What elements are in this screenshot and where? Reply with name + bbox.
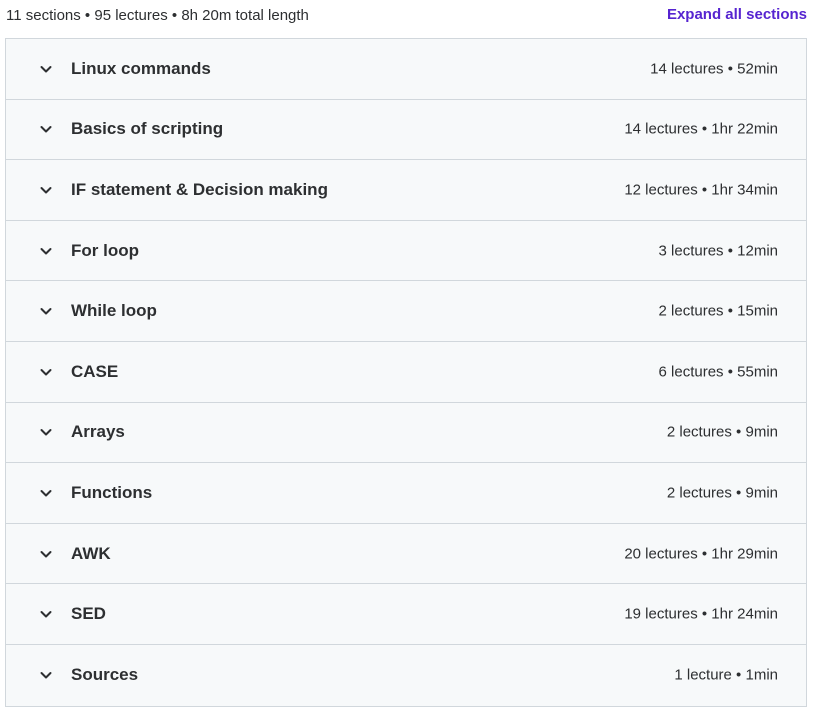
section-title: Sources <box>71 665 139 685</box>
section-row[interactable]: SED 19 lectures • 1hr 24min <box>6 584 806 645</box>
section-title: AWK <box>71 543 111 563</box>
section-lecture-count-duration: 3 lectures • 12min <box>658 242 778 260</box>
section-row[interactable]: For loop 3 lectures • 12min <box>6 221 806 282</box>
chevron-down-icon <box>38 243 54 259</box>
chevron-down-icon <box>38 364 54 380</box>
chevron-down-icon <box>38 61 54 77</box>
section-lecture-count-duration: 20 lectures • 1hr 29min <box>624 545 778 563</box>
expand-all-sections-button[interactable]: Expand all sections <box>667 6 807 23</box>
curriculum-section-list: Linux commands 14 lectures • 52min Basics … <box>5 38 807 707</box>
section-title: For loop <box>71 240 139 260</box>
section-title: Arrays <box>71 422 125 442</box>
section-title: CASE <box>71 361 119 381</box>
section-row[interactable]: Functions 2 lectures • 9min <box>6 463 806 524</box>
section-lecture-count-duration: 2 lectures • 9min <box>666 423 778 441</box>
curriculum-summary-bar: 11 sections • 95 lectures • 8h 20m total… <box>0 0 815 32</box>
chevron-down-icon <box>38 485 54 501</box>
section-lecture-count-duration: 2 lectures • 9min <box>666 484 778 502</box>
chevron-down-icon <box>38 424 54 440</box>
section-lecture-count-duration: 14 lectures • 52min <box>650 60 778 78</box>
chevron-down-icon <box>38 546 54 562</box>
section-lecture-count-duration: 1 lecture • 1min <box>674 666 778 684</box>
section-row[interactable]: IF statement & Decision making 12 lecture… <box>6 160 806 221</box>
section-title: IF statement & Decision making <box>71 179 328 199</box>
section-row[interactable]: While loop 2 lectures • 15min <box>6 281 806 342</box>
chevron-down-icon <box>38 667 54 683</box>
section-row[interactable]: Sources 1 lecture • 1min <box>6 645 806 706</box>
section-row[interactable]: Basics of scripting 14 lectures • 1hr 22m… <box>6 100 806 161</box>
section-title: While loop <box>71 301 157 321</box>
section-row[interactable]: Linux commands 14 lectures • 52min <box>6 39 806 100</box>
curriculum-summary: 11 sections • 95 lectures • 8h 20m total… <box>6 7 309 24</box>
section-row[interactable]: AWK 20 lectures • 1hr 29min <box>6 524 806 585</box>
section-title: Linux commands <box>71 58 211 78</box>
chevron-down-icon <box>38 303 54 319</box>
chevron-down-icon <box>38 121 54 137</box>
section-lecture-count-duration: 2 lectures • 15min <box>658 302 778 320</box>
section-title: SED <box>71 604 106 624</box>
chevron-down-icon <box>38 182 54 198</box>
section-lecture-count-duration: 6 lectures • 55min <box>658 363 778 381</box>
section-row[interactable]: Arrays 2 lectures • 9min <box>6 403 806 464</box>
section-title: Functions <box>71 482 153 502</box>
section-lecture-count-duration: 14 lectures • 1hr 22min <box>624 120 778 138</box>
section-lecture-count-duration: 12 lectures • 1hr 34min <box>624 181 778 199</box>
chevron-down-icon <box>38 606 54 622</box>
section-lecture-count-duration: 19 lectures • 1hr 24min <box>624 605 778 623</box>
section-row[interactable]: CASE 6 lectures • 55min <box>6 342 806 403</box>
section-title: Basics of scripting <box>71 119 224 139</box>
